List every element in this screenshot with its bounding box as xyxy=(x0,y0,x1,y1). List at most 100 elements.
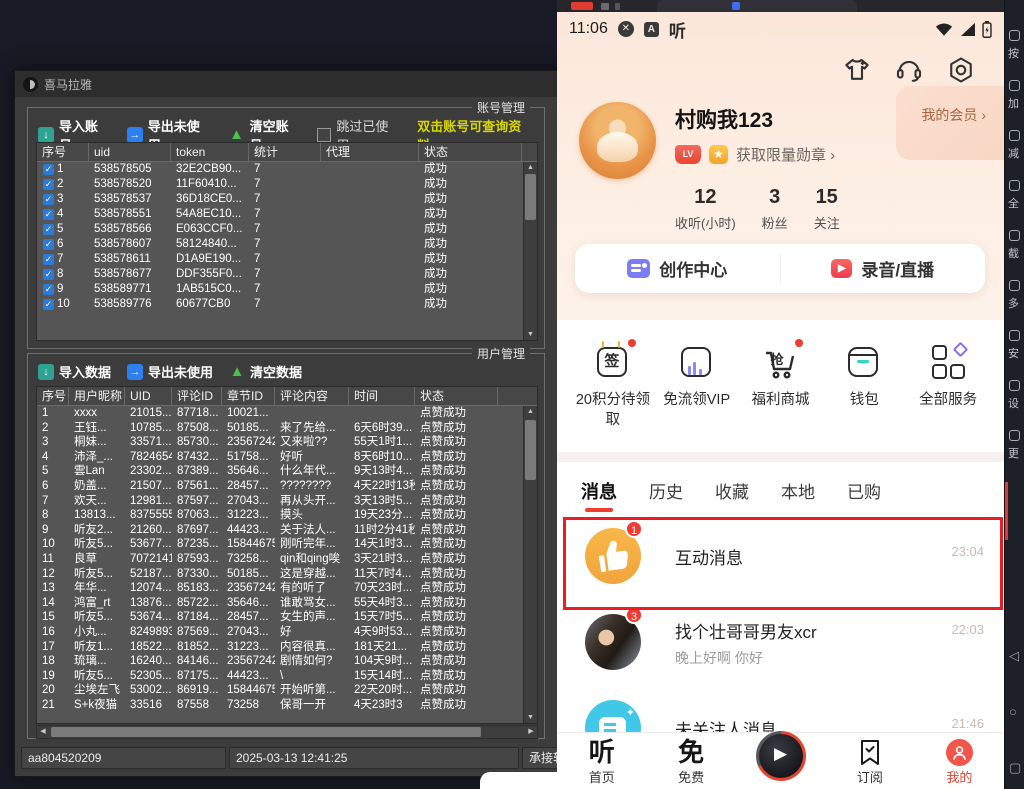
tab-消息[interactable]: 消息 xyxy=(581,478,617,514)
account-row[interactable]: ✓253857852011F60410...7成功 xyxy=(37,177,524,192)
account-row[interactable]: ✓7538578611D1A9E190...7成功 xyxy=(37,252,524,267)
settings-gear-icon[interactable] xyxy=(946,55,976,85)
my-membership-link[interactable]: 我的会员 › xyxy=(921,105,986,125)
user-row[interactable]: 7欢天...12981...87597...27043...再从头开...3天1… xyxy=(37,494,524,509)
user-row[interactable]: 11良草7072141887593...73258...qin和qing唉3天2… xyxy=(37,552,524,567)
column-header-2[interactable]: 用户昵称 xyxy=(69,387,125,405)
user-row[interactable]: 13年华...12074...85183...23567242有的听了70天23… xyxy=(37,581,524,596)
account-row[interactable]: ✓1053858977660677CB07成功 xyxy=(37,297,524,312)
nav-订阅[interactable]: 订阅 xyxy=(825,733,914,789)
row-checkbox-icon[interactable]: ✓ xyxy=(43,284,54,295)
sidebar-tool-多[interactable]: 多 xyxy=(1008,280,1024,311)
home-icon[interactable]: ○ xyxy=(1009,704,1017,719)
user-row[interactable]: 12听友5...52187...87330...50185...这是穿越...1… xyxy=(37,567,524,582)
user-row[interactable]: 14鸿富_rt13876...85722...35646...谁敢骂女...55… xyxy=(37,596,524,611)
column-header-5[interactable]: 代理 xyxy=(321,143,419,161)
user-row[interactable]: 3桐妹...33571...85730...23567242又来啦??55天1时… xyxy=(37,435,524,450)
row-checkbox-icon[interactable]: ✓ xyxy=(43,254,54,265)
user-table-hscrollbar[interactable]: ◀ ▶ xyxy=(36,725,538,739)
user-row[interactable]: 20尘埃左飞53002...86919...15844675开始听第...22天… xyxy=(37,683,524,698)
user-row[interactable]: 19听友5...52305...87175...44423...\15天14时.… xyxy=(37,669,524,684)
column-header-4[interactable]: 统计 xyxy=(249,143,321,161)
account-row[interactable]: ✓5538578566E063CCF0...7成功 xyxy=(37,222,524,237)
column-header-4[interactable]: 评论ID xyxy=(172,387,222,405)
user-row[interactable]: 21S+k夜猫335168755873258保哥一开4天23时3点赞成功 xyxy=(37,698,524,713)
service-all-services[interactable]: 全部服务 xyxy=(906,342,990,452)
nav-首页[interactable]: 听首页 xyxy=(557,733,646,789)
stat-item[interactable]: 3粉丝 xyxy=(762,186,788,232)
column-header-3[interactable]: UID xyxy=(125,387,172,405)
stat-item[interactable]: 12收听(小时) xyxy=(675,186,736,232)
user-row[interactable]: 16小丸...8249893787569...27043...好4天9时53..… xyxy=(37,625,524,640)
scroll-right-icon[interactable]: ▶ xyxy=(525,726,537,738)
row-checkbox-icon[interactable]: ✓ xyxy=(43,194,54,205)
nav-我的[interactable]: 我的 xyxy=(915,733,1004,789)
scrollbar-thumb[interactable] xyxy=(525,174,536,220)
back-icon[interactable]: ◁ xyxy=(1009,648,1019,664)
tab-历史[interactable]: 历史 xyxy=(649,478,683,514)
user-row[interactable]: 1xxxx21015...87718...10021...点赞成功 xyxy=(37,406,524,421)
record-live-button[interactable]: ▶ 录音/直播 xyxy=(781,244,986,293)
account-row[interactable]: ✓453857855154A8EC10...7成功 xyxy=(37,207,524,222)
row-checkbox-icon[interactable]: ✓ xyxy=(43,179,54,190)
service-welfare-mall[interactable]: 抢福利商城 xyxy=(739,342,823,452)
account-table-vscrollbar[interactable]: ▲ ▼ xyxy=(523,162,537,340)
sidebar-tool-安[interactable]: 安 xyxy=(1008,330,1024,361)
column-header-2[interactable]: uid xyxy=(89,143,171,161)
column-header-7[interactable]: 时间 xyxy=(349,387,415,405)
scrollbar-thumb[interactable] xyxy=(525,420,536,480)
user-row[interactable]: 17听友1...18522...81852...31223...内容很真...1… xyxy=(37,640,524,655)
recents-icon[interactable]: ▢ xyxy=(1009,760,1021,776)
emulator-tab-bar[interactable] xyxy=(557,0,1004,12)
service-free-data-vip[interactable]: 免流领VIP xyxy=(655,342,739,452)
badge-row[interactable]: LV ★ 获取限量勋章 › xyxy=(675,144,835,165)
scrollbar-thumb[interactable] xyxy=(51,727,481,737)
checkbox-icon[interactable] xyxy=(317,128,331,142)
message-row[interactable]: 3找个壮哥哥男友xcr晚上好啊 你好22:03 xyxy=(557,600,1004,686)
account-row[interactable]: ✓353857853736D18CE0...7成功 xyxy=(37,192,524,207)
user-row[interactable]: 18琉璃...16240...84146...23567242剧情如何?104天… xyxy=(37,654,524,669)
row-checkbox-icon[interactable]: ✓ xyxy=(43,299,54,310)
user-row[interactable]: 10听友5...53677...87235...15844675刚听完年...1… xyxy=(37,537,524,552)
row-checkbox-icon[interactable]: ✓ xyxy=(43,164,54,175)
username[interactable]: 村购我123 xyxy=(675,104,773,134)
service-wallet[interactable]: 钱包 xyxy=(822,342,906,452)
stat-item[interactable]: 15关注 xyxy=(814,186,840,232)
export-unused-data-button[interactable]: → 导出未使用 xyxy=(127,362,213,381)
service-signin-calendar[interactable]: 签20积分待领取 xyxy=(571,342,655,452)
row-checkbox-icon[interactable]: ✓ xyxy=(43,209,54,220)
level-badge-icon[interactable]: LV xyxy=(675,145,701,164)
get-medal-link[interactable]: 获取限量勋章 › xyxy=(736,144,835,165)
account-row[interactable]: ✓153857850532E2CB90...7成功 xyxy=(37,162,524,177)
now-playing-disc-icon[interactable] xyxy=(756,731,806,781)
scroll-up-icon[interactable]: ▲ xyxy=(524,406,537,417)
user-row[interactable]: 813813...8375555787063...31223...摸头19天23… xyxy=(37,508,524,523)
scroll-down-icon[interactable]: ▼ xyxy=(524,329,537,340)
creator-center-button[interactable]: 创作中心 xyxy=(575,244,780,293)
user-row[interactable]: 9听友2...21260...87697...44423...关于法人...11… xyxy=(37,523,524,538)
column-header-1[interactable]: 序号 xyxy=(37,143,89,161)
clear-data-button[interactable]: ▲ 清空数据 xyxy=(229,362,302,381)
tab-收藏[interactable]: 收藏 xyxy=(715,478,749,514)
user-table-vscrollbar[interactable]: ▲ ▼ xyxy=(523,406,537,723)
column-header-6[interactable]: 评论内容 xyxy=(275,387,349,405)
scroll-up-icon[interactable]: ▲ xyxy=(524,162,537,173)
row-checkbox-icon[interactable]: ✓ xyxy=(43,269,54,280)
nav-player[interactable] xyxy=(736,733,825,789)
user-row[interactable]: 6奶盖...21507...87561...28457...????????4天… xyxy=(37,479,524,494)
sidebar-tool-减[interactable]: 减 xyxy=(1008,130,1024,161)
scroll-left-icon[interactable]: ◀ xyxy=(37,726,49,738)
account-row[interactable]: ✓653857860758124840...7成功 xyxy=(37,237,524,252)
sidebar-tool-加[interactable]: 加 xyxy=(1008,80,1024,111)
sidebar-tool-按[interactable]: 按 xyxy=(1008,30,1024,61)
column-header-8[interactable]: 状态 xyxy=(415,387,498,405)
scroll-down-icon[interactable]: ▼ xyxy=(524,712,537,723)
row-checkbox-icon[interactable]: ✓ xyxy=(43,239,54,250)
tab-已购[interactable]: 已购 xyxy=(847,478,881,514)
account-row[interactable]: ✓8538578677DDF355F0...7成功 xyxy=(37,267,524,282)
user-row[interactable]: 15听友5...53674...87184...28457...女生的声...1… xyxy=(37,610,524,625)
dress-up-icon[interactable] xyxy=(842,55,872,85)
sidebar-tool-更[interactable]: 更 xyxy=(1008,430,1024,461)
profile-avatar[interactable] xyxy=(579,102,656,179)
column-header-6[interactable]: 状态 xyxy=(419,143,522,161)
